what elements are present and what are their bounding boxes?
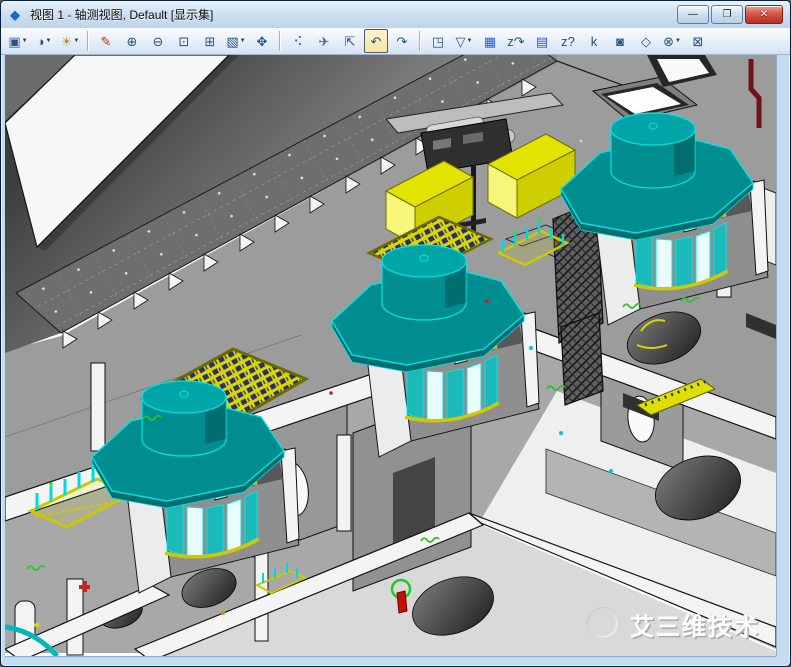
snapshot-icon[interactable]: ◙ bbox=[608, 29, 632, 53]
zoom-fit-icon[interactable]: ⊞ bbox=[198, 29, 222, 53]
view-cube-icon[interactable]: ▧▼ bbox=[224, 29, 248, 53]
view-back-icon[interactable]: ⇱ bbox=[338, 29, 362, 53]
display-set-dropdown-icon[interactable]: ▼ bbox=[22, 38, 28, 44]
zoom-window-icon[interactable]: ⊡ bbox=[172, 29, 196, 53]
zoom-in-icon[interactable]: ⊕ bbox=[120, 29, 144, 53]
review-icon[interactable]: ▤ bbox=[530, 29, 554, 53]
paint-brush-icon[interactable]: ✎ bbox=[94, 29, 118, 53]
wire-cube-icon[interactable]: ◇ bbox=[634, 29, 658, 53]
zoom-selected-dropdown-icon[interactable]: ▼ bbox=[675, 38, 681, 44]
main-toolbar: ▣▼◑▼☀▼ ✎⊕⊖⊡⊞▧▼✥ ⠪✈⇱↶↷ ◳▽▼▦z↷▤z?k◙◇⊗▼⊠ bbox=[1, 28, 790, 55]
app-cube-icon: ◆ bbox=[10, 8, 24, 22]
title-bar[interactable]: ◆ 视图 1 - 轴测视图, Default [显示集] —❐✕ bbox=[1, 1, 790, 28]
zoom-out-icon[interactable]: ⊖ bbox=[146, 29, 170, 53]
viewer-window: ◆ 视图 1 - 轴测视图, Default [显示集] —❐✕ ▣▼◑▼☀▼ ✎… bbox=[0, 0, 791, 667]
lighting-dropdown-icon[interactable]: ▼ bbox=[73, 38, 79, 44]
orbit-icon[interactable]: ↶ bbox=[364, 29, 388, 53]
move-cube-icon[interactable]: ⊠ bbox=[686, 29, 710, 53]
window-title: 视图 1 - 轴测视图, Default [显示集] bbox=[30, 6, 213, 23]
section-icon[interactable]: ◳ bbox=[426, 29, 450, 53]
3d-scene bbox=[5, 55, 776, 656]
lighting-icon[interactable]: ☀▼ bbox=[58, 29, 82, 53]
render-mode-icon[interactable]: ◑▼ bbox=[32, 29, 56, 53]
pan-icon[interactable]: ✥ bbox=[250, 29, 274, 53]
render-mode-dropdown-icon[interactable]: ▼ bbox=[45, 38, 51, 44]
window-controls: —❐✕ bbox=[677, 5, 783, 24]
grid-icon[interactable]: ▦ bbox=[478, 29, 502, 53]
selection-filter-icon[interactable]: ▽▼ bbox=[452, 29, 476, 53]
free-orbit-icon[interactable]: ↷ bbox=[390, 29, 414, 53]
toolbar-separator bbox=[279, 31, 281, 51]
walk-icon[interactable]: ⠪ bbox=[286, 29, 310, 53]
minimize-button[interactable]: — bbox=[677, 5, 709, 24]
zoom-selected-icon[interactable]: ⊗▼ bbox=[660, 29, 684, 53]
toolbar-separator bbox=[419, 31, 421, 51]
selection-filter-dropdown-icon[interactable]: ▼ bbox=[467, 38, 473, 44]
toolbar-separator bbox=[87, 31, 89, 51]
close-button[interactable]: ✕ bbox=[745, 5, 783, 24]
restore-button[interactable]: ❐ bbox=[711, 5, 743, 24]
view-cube-dropdown-icon[interactable]: ▼ bbox=[240, 38, 246, 44]
fly-icon[interactable]: ✈ bbox=[312, 29, 336, 53]
z-query-icon[interactable]: z? bbox=[556, 29, 580, 53]
3d-viewport[interactable]: 艾三维技术 bbox=[5, 55, 776, 656]
z-up-icon[interactable]: z↷ bbox=[504, 29, 528, 53]
display-set-icon[interactable]: ▣▼ bbox=[6, 29, 30, 53]
key-plan-icon[interactable]: k bbox=[582, 29, 606, 53]
